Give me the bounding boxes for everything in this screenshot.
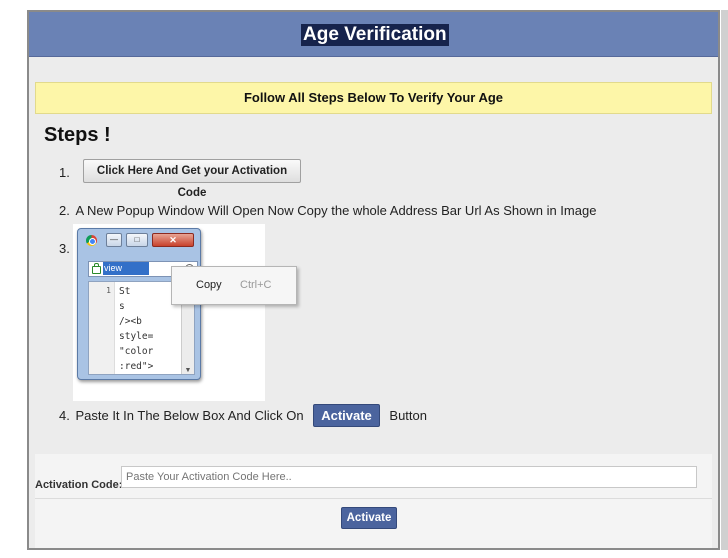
- lock-icon: [92, 263, 101, 274]
- page-title: Age Verification: [301, 24, 449, 46]
- activation-code-label: Activation Code:: [35, 479, 123, 491]
- step-3: 3.: [59, 241, 70, 256]
- step-2-number: 2.: [59, 203, 70, 218]
- chrome-icon: [86, 235, 97, 246]
- header-bar: Age Verification: [29, 12, 718, 57]
- selected-url-text: view: [103, 262, 149, 275]
- step-4-number: 4.: [59, 408, 70, 423]
- steps-heading: Steps !: [44, 124, 111, 146]
- page-scroll-edge: [721, 10, 728, 550]
- maximize-icon: □: [126, 233, 148, 247]
- instruction-banner: Follow All Steps Below To Verify Your Ag…: [35, 82, 712, 114]
- step-2: 2. A New Popup Window Will Open Now Copy…: [59, 203, 679, 218]
- step-4-text-after: Button: [389, 408, 427, 423]
- code-line: s: [119, 301, 131, 312]
- step-4: 4. Paste It In The Below Box And Click O…: [59, 404, 559, 427]
- line-number: 1: [89, 282, 115, 374]
- activate-submit-button[interactable]: Activate: [341, 507, 397, 529]
- code-line: style=: [119, 331, 154, 342]
- context-menu-illustration: Copy Ctrl+C: [171, 266, 297, 305]
- verification-panel: Age Verification Follow All Steps Below …: [27, 10, 720, 550]
- close-icon: ✕: [152, 233, 194, 247]
- get-activation-code-button[interactable]: Click Here And Get your Activation Code: [83, 159, 301, 199]
- copy-url-illustration: — □ ✕ view 1 St s /><b style= "color:red"> …: [73, 224, 297, 401]
- code-line: /><b: [119, 316, 142, 327]
- activation-form: Activation Code: Activate: [35, 454, 712, 548]
- step-2-text: A New Popup Window Will Open Now Copy th…: [75, 203, 597, 218]
- code-line: :red">: [119, 361, 154, 372]
- source-code: St s /><b style= "color :red">: [119, 284, 153, 374]
- activation-code-input[interactable]: [121, 466, 697, 488]
- minimize-icon: —: [106, 233, 122, 247]
- step-4-text: Paste It In The Below Box And Click On: [75, 408, 304, 423]
- step-3-number: 3.: [59, 241, 70, 256]
- scroll-down-icon: ▼: [184, 367, 192, 374]
- code-line: "color: [119, 346, 154, 357]
- context-copy-label: Copy: [196, 279, 222, 291]
- form-divider: [35, 498, 712, 499]
- step-1-number: 1.: [59, 165, 70, 180]
- inline-activate-button[interactable]: Activate: [313, 404, 380, 427]
- context-shortcut-label: Ctrl+C: [240, 279, 272, 291]
- code-line: St: [119, 286, 131, 297]
